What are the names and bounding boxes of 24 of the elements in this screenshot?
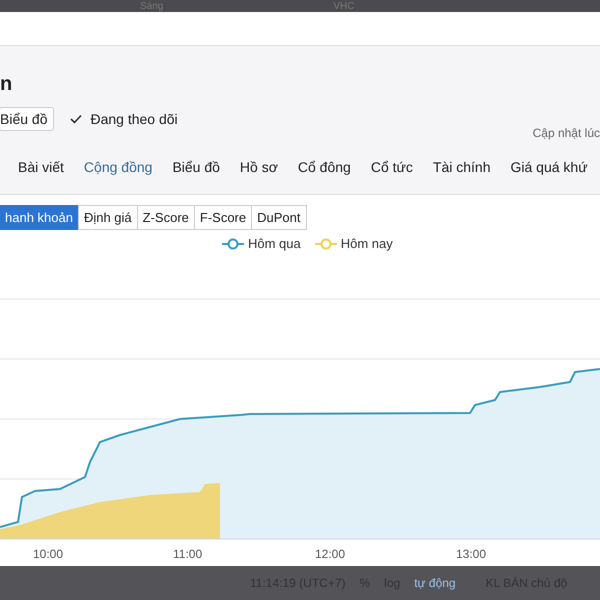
nav-tab[interactable]: Cộng đồng	[74, 153, 162, 181]
nav-tab[interactable]: Hồ sơ	[230, 153, 288, 181]
nav-tab[interactable]: Cổ đông	[288, 153, 361, 181]
page-title: n	[0, 72, 14, 97]
nav-tab[interactable]: Giá quá khứ	[500, 153, 598, 181]
x-axis-label: 13:00	[456, 547, 486, 561]
x-axis-label: 11:00	[173, 547, 202, 561]
nav-tab[interactable]: Tài chính	[422, 153, 500, 181]
nav-tab[interactable]: Cổ tức	[360, 153, 423, 181]
sub-tab[interactable]: Z-Score	[136, 205, 195, 230]
sub-tab[interactable]: F-Score	[194, 205, 252, 230]
chart-button[interactable]: Biểu đồ	[0, 107, 54, 131]
follow-button[interactable]: Đang theo dõi	[66, 111, 182, 127]
legend-label[interactable]: Hôm nay	[340, 236, 393, 251]
updated-label: Cập nhật lúc	[532, 126, 600, 140]
status-item[interactable]: tự động	[414, 576, 456, 590]
sub-tab[interactable]: DuPont	[251, 205, 306, 230]
x-axis-label: 12:00	[315, 547, 346, 561]
sub-tab[interactable]: hanh khoản	[0, 205, 79, 230]
x-axis-label: 10:00	[33, 547, 64, 561]
nav-tab[interactable]: Biểu đồ	[162, 153, 230, 181]
nav-tab[interactable]: Bài viết	[8, 153, 74, 181]
sub-tab[interactable]: Định giá	[78, 205, 138, 230]
legend-label[interactable]: Hôm qua	[248, 236, 301, 251]
